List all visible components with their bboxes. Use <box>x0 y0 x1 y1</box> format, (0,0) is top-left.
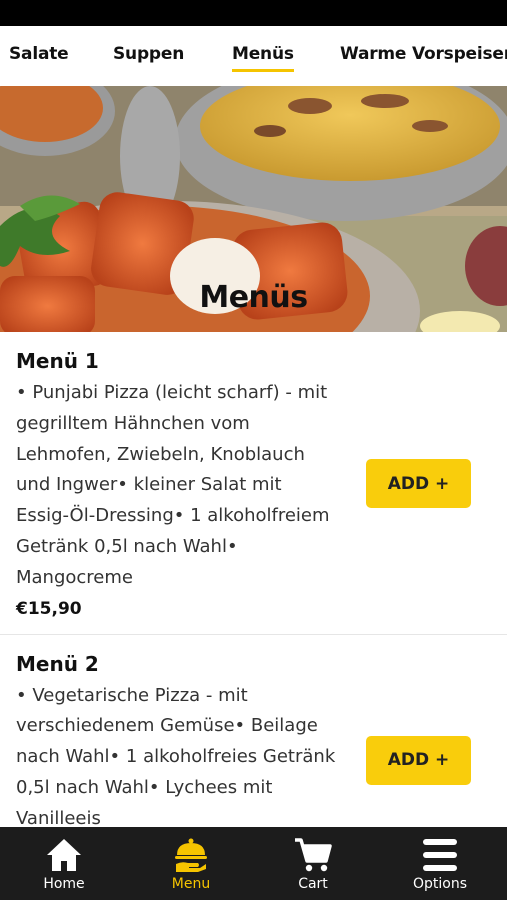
nav-menu-label: Menu <box>171 876 211 892</box>
tab-menus[interactable]: Menüs <box>232 44 294 72</box>
nav-options[interactable]: Options <box>377 827 503 900</box>
item-title: Menü 2 <box>16 651 99 676</box>
nav-cart-label: Cart <box>298 876 328 892</box>
nav-options-label: Options <box>412 876 468 892</box>
home-icon <box>45 836 83 874</box>
add-to-cart-button[interactable]: ADD + <box>366 735 471 785</box>
item-title: Menü 1 <box>16 349 99 373</box>
item-price: €15,90 <box>16 598 82 619</box>
tab-suppen[interactable]: Suppen <box>113 44 184 64</box>
status-bar <box>0 0 507 26</box>
tab-salate[interactable]: Salate <box>9 44 69 64</box>
menu-item-card: Menü 1 • Punjabi Pizza (leicht scharf) -… <box>0 332 507 635</box>
bottom-navigation: Home Menu Cart Options <box>0 827 507 900</box>
cart-icon <box>294 836 332 874</box>
serving-dish-icon <box>174 836 208 874</box>
category-tab-bar[interactable]: Salate Suppen Menüs Warme Vorspeisen <box>0 26 507 86</box>
menu-item-card: Menü 2 • Vegetarische Pizza - mit versch… <box>0 635 507 827</box>
item-description: • Vegetarische Pizza - mit verschiedenem… <box>16 684 336 827</box>
item-description: • Punjabi Pizza (leicht scharf) - mit ge… <box>16 382 330 588</box>
hamburger-menu-icon <box>421 836 459 874</box>
tab-warme-vorspeisen[interactable]: Warme Vorspeisen <box>340 44 507 64</box>
add-to-cart-button[interactable]: ADD + <box>366 459 471 508</box>
hero-banner-image: Menüs <box>0 86 507 332</box>
nav-home-label: Home <box>43 876 85 892</box>
nav-menu[interactable]: Menu <box>128 827 254 900</box>
hero-title: Menüs <box>199 280 308 315</box>
nav-cart[interactable]: Cart <box>250 827 376 900</box>
nav-home[interactable]: Home <box>1 827 127 900</box>
menu-item-list[interactable]: Menü 1 • Punjabi Pizza (leicht scharf) -… <box>0 332 507 827</box>
